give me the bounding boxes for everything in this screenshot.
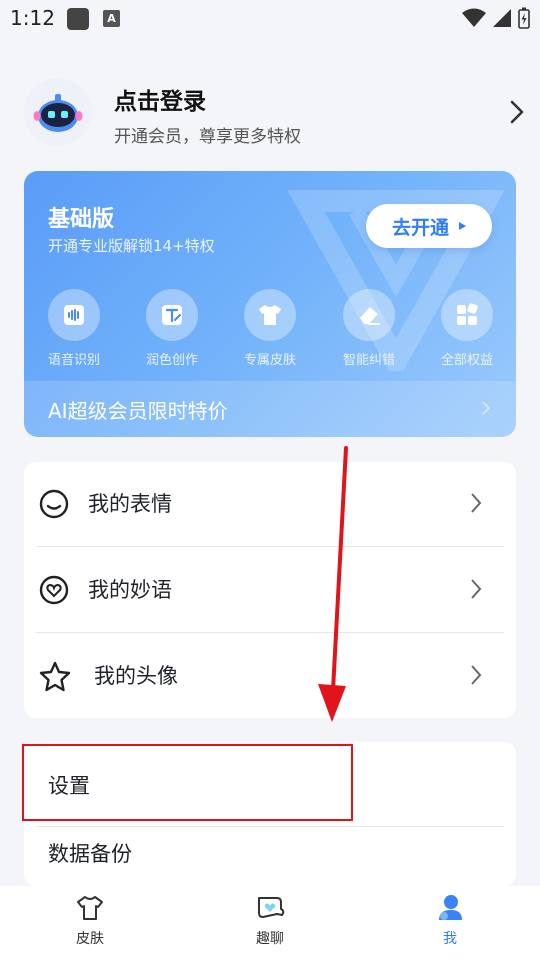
annotation-arrow [318, 446, 348, 722]
nav-label: 趣聊 [256, 931, 284, 947]
nav-me[interactable]: 我 [390, 894, 510, 948]
chat-heart-icon [258, 897, 285, 918]
nav-label: 皮肤 [76, 931, 104, 947]
tshirt-icon [77, 896, 103, 920]
person-icon [439, 895, 462, 920]
nav-skin[interactable]: 皮肤 [30, 894, 150, 948]
nav-chat[interactable]: 趣聊 [210, 894, 330, 948]
page: 1:12 A 点击登录 开通会员，尊享更多特权 基础版 开通专业版解锁14+特权… [0, 0, 540, 960]
bottom-nav: 皮肤 趣聊 我 [0, 886, 540, 960]
nav-label: 我 [443, 931, 457, 947]
